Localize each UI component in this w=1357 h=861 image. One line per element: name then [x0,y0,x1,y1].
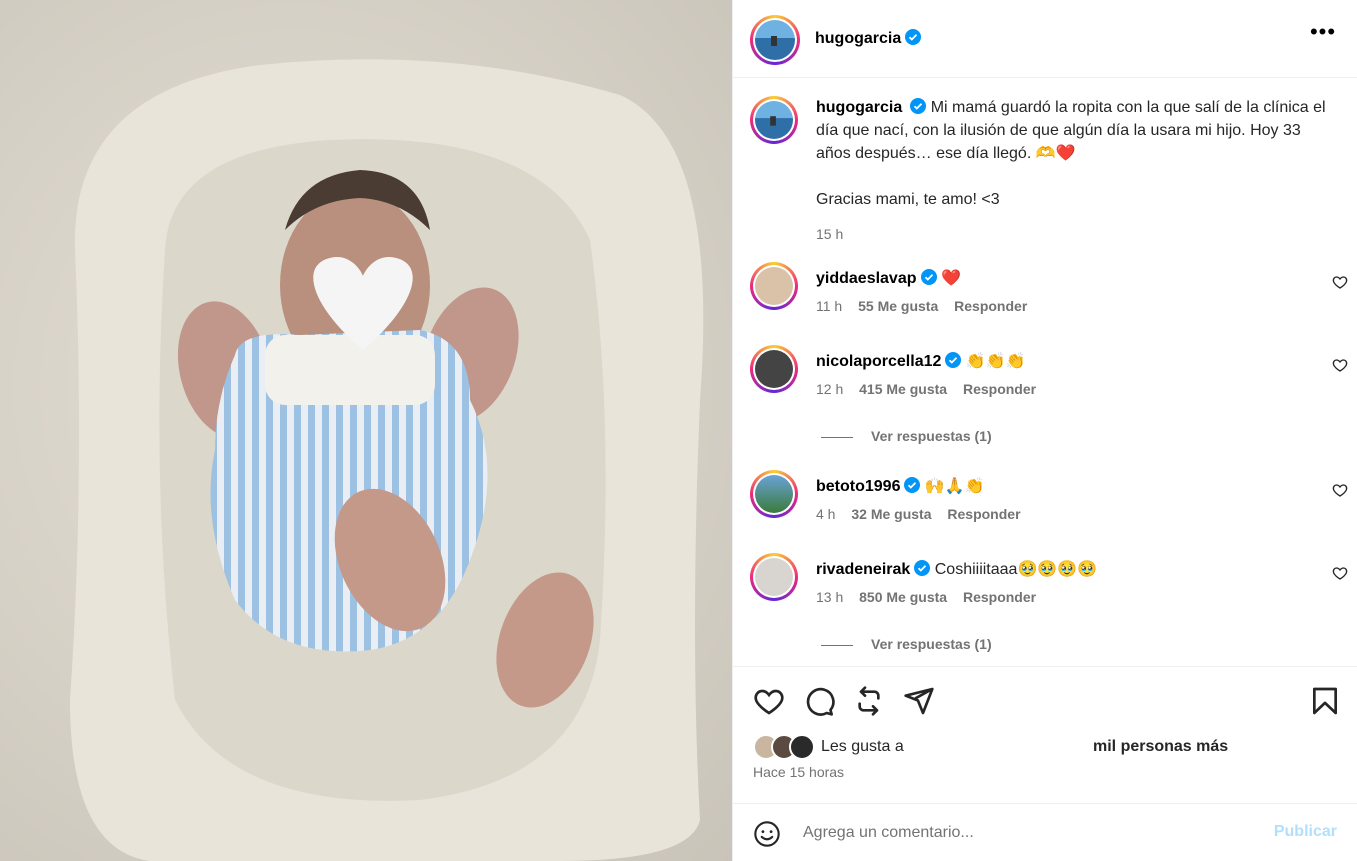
post-time-ago[interactable]: Hace 15 horas [753,764,844,780]
header-username[interactable]: hugogarcia [815,30,901,47]
comment-like-heart-icon[interactable] [1332,482,1348,498]
likes-summary: Les gusta a mil personas más [753,734,1343,762]
repost-icon[interactable] [853,685,885,717]
see-replies-button[interactable]: Ver respuestas (1) [821,428,992,444]
comment-meta: 12 h 415 Me gusta Responder [816,381,1048,397]
verified-badge-icon [920,269,937,285]
commenter-username[interactable]: nicolaporcella12 [816,353,941,370]
comment-item: betoto1996 🙌🙏👏 4 h 32 Me gusta Responder [750,470,1348,540]
commenter-username[interactable]: yiddaeslavap [816,270,917,287]
beach-avatar-icon [755,20,795,60]
post-header: hugogarcia ••• [733,0,1357,78]
comment-body: yiddaeslavap ❤️ [816,268,1310,288]
comment-text: 👏👏👏 [965,353,1026,370]
post-details-panel: hugogarcia ••• hugogarcia Mi mamá guardó… [732,0,1357,861]
see-replies-button[interactable]: Ver respuestas (1) [821,636,992,652]
comment-likes[interactable]: 32 Me gusta [851,506,931,522]
comment-like-heart-icon[interactable] [1332,565,1348,581]
comment-like-heart-icon[interactable] [1332,274,1348,290]
caption-second-line: Gracias mami, te amo! <3 [816,191,1000,208]
verified-badge-icon [904,477,921,493]
caption-author-avatar[interactable] [750,96,798,144]
verified-badge-icon [910,98,927,114]
comment-icon[interactable] [803,685,835,717]
emoji-icon[interactable] [753,820,781,848]
reply-button[interactable]: Responder [963,381,1036,397]
verified-badge-icon [945,352,962,368]
caption-time[interactable]: 15 h [816,223,1326,246]
comment-likes[interactable]: 415 Me gusta [859,381,947,397]
commenter-username[interactable]: rivadeneirak [816,561,910,578]
publish-button[interactable]: Publicar [1274,823,1337,841]
comment-time[interactable]: 13 h [816,589,843,605]
comment-time[interactable]: 4 h [816,506,835,522]
likes-prefix: Les gusta a [821,738,904,755]
comment-body: rivadeneirak Coshiiiitaaa🥹🥹🥹🥹 [816,559,1310,579]
verified-badge-icon [914,560,931,576]
comment-text: 🙌🙏👏 [924,478,985,495]
commenter-username[interactable]: betoto1996 [816,478,900,495]
post-photo[interactable] [0,0,732,861]
comment-meta: 4 h 32 Me gusta Responder [816,506,1033,522]
comment-time[interactable]: 11 h [816,298,842,314]
liker-avatar[interactable] [789,734,815,760]
share-icon[interactable] [903,685,935,717]
bookmark-icon[interactable] [1309,685,1341,717]
commenter-avatar[interactable] [750,262,798,310]
post-actions-bar [733,666,1357,730]
comment-meta: 13 h 850 Me gusta Responder [816,589,1048,605]
reply-button[interactable]: Responder [947,506,1020,522]
caption-username[interactable]: hugogarcia [816,99,902,116]
author-avatar[interactable] [750,15,800,65]
commenter-avatar[interactable] [750,345,798,393]
comment-item: rivadeneirak Coshiiiitaaa🥹🥹🥹🥹 13 h 850 M… [750,553,1348,623]
comment-likes[interactable]: 55 Me gusta [858,298,938,314]
comment-meta: 11 h 55 Me gusta Responder [816,298,1039,314]
reply-button[interactable]: Responder [954,298,1027,314]
verified-badge-icon [905,29,922,45]
comment-likes[interactable]: 850 Me gusta [859,589,947,605]
comment-text: ❤️ [940,270,961,287]
add-comment-bar: Publicar [733,803,1357,861]
commenter-avatar[interactable] [750,553,798,601]
comment-like-heart-icon[interactable] [1332,357,1348,373]
comment-input[interactable] [803,821,1243,845]
commenter-avatar[interactable] [750,470,798,518]
comment-time[interactable]: 12 h [816,381,843,397]
caption-text-block: hugogarcia Mi mamá guardó la ropita con … [816,96,1326,246]
reply-button[interactable]: Responder [963,589,1036,605]
comment-body: betoto1996 🙌🙏👏 [816,476,1310,496]
comment-item: nicolaporcella12 👏👏👏 12 h 415 Me gusta R… [750,345,1348,415]
more-options-button[interactable]: ••• [1309,21,1337,50]
baby-photo-illustration [70,59,704,861]
comment-text: Coshiiiitaaa🥹🥹🥹🥹 [934,561,1098,578]
likes-count-text[interactable]: mil personas más [1093,738,1228,756]
beach-avatar-icon [755,101,793,139]
comment-item: yiddaeslavap ❤️ 11 h 55 Me gusta Respond… [750,262,1348,332]
heart-icon[interactable] [753,685,785,717]
comment-body: nicolaporcella12 👏👏👏 [816,351,1310,371]
